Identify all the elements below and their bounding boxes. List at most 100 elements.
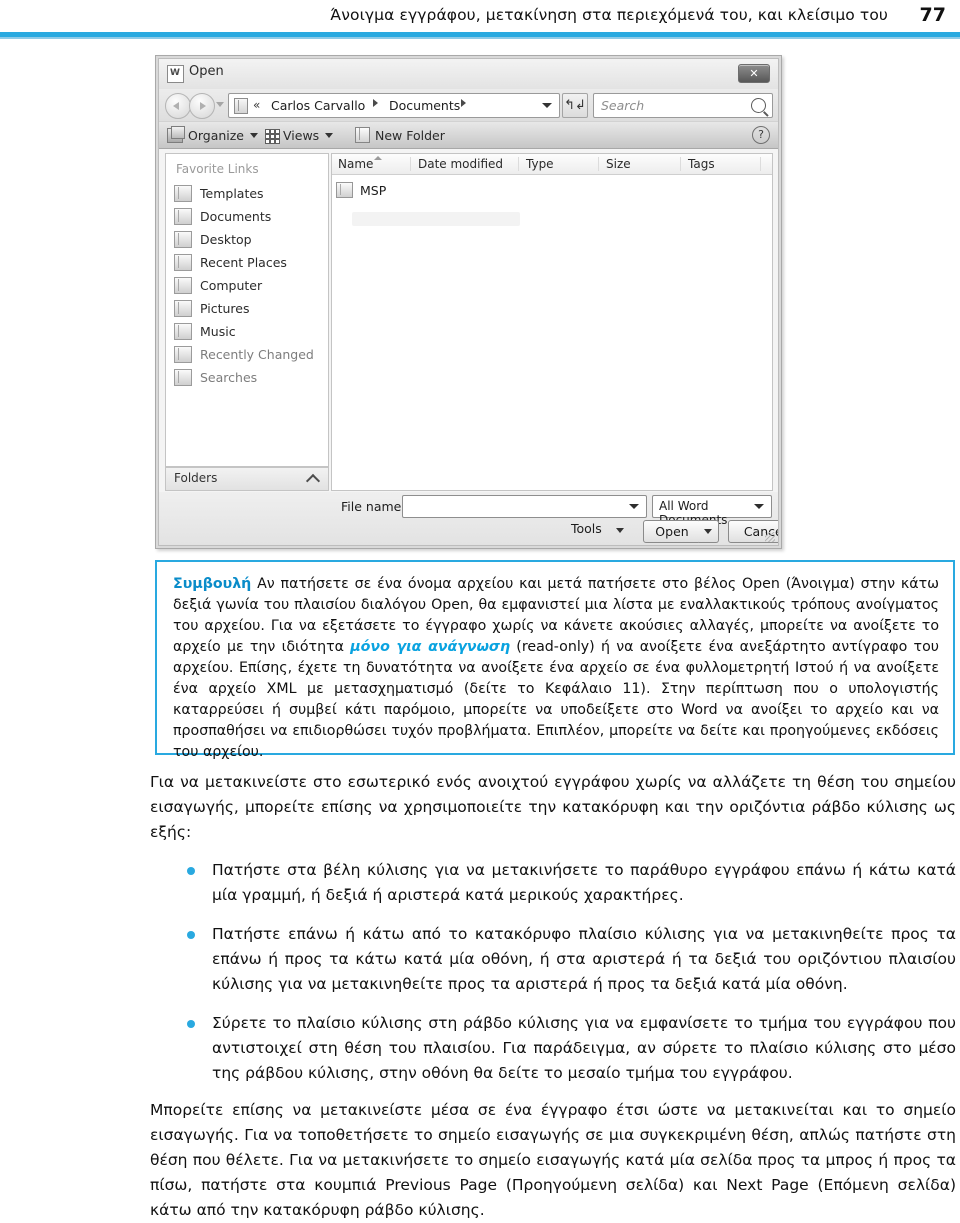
list-item-text: Πατήστε επάνω ή κάτω από το κατακόρυφο π…	[212, 925, 956, 993]
folder-icon	[174, 184, 192, 202]
tip-text-after: (read-only) ή να ανοίξετε ένα ανεξάρτητο…	[173, 639, 939, 760]
forward-button[interactable]	[189, 93, 215, 119]
tools-label: Tools	[571, 521, 602, 536]
dialog-toolbar: Organize Views New Folder ?	[159, 121, 778, 149]
column-divider[interactable]	[760, 157, 761, 171]
organize-icon	[167, 125, 185, 143]
views-grid-icon	[265, 128, 280, 144]
pictures-icon	[174, 299, 192, 317]
folders-label: Folders	[174, 471, 218, 485]
breadcrumb-separator-icon	[461, 99, 466, 107]
chevron-down-icon	[325, 132, 334, 138]
page-number: 77	[919, 4, 946, 26]
new-folder-button[interactable]: New Folder	[355, 122, 445, 148]
file-name-input[interactable]	[402, 495, 647, 518]
help-button[interactable]: ?	[752, 126, 770, 144]
page-title: Άνοιγμα εγγράφου, μετακίνηση στα περιεχό…	[330, 6, 888, 24]
address-bar[interactable]: « Carlos Carvallo Documents	[228, 93, 560, 118]
chevron-down-icon[interactable]	[754, 504, 764, 509]
views-button[interactable]: Views	[265, 122, 334, 148]
chevron-down-icon	[250, 132, 258, 138]
close-button[interactable]: ✕	[738, 64, 770, 83]
column-divider[interactable]	[410, 157, 411, 171]
column-header-date-modified[interactable]: Date modified	[418, 157, 503, 171]
new-folder-label: New Folder	[375, 127, 445, 143]
resize-grip[interactable]	[765, 532, 775, 542]
documents-icon	[174, 207, 192, 225]
final-paragraph: Μπορείτε επίσης να μετακινείστε μέσα σε …	[150, 1101, 956, 1219]
file-list-panel: Name Date modified Type Size Tags MSP	[331, 153, 773, 491]
bullet-dot-icon	[187, 931, 195, 939]
header-rule-secondary	[0, 37, 960, 39]
column-divider[interactable]	[680, 157, 681, 171]
column-header-tags[interactable]: Tags	[688, 157, 715, 171]
search-input[interactable]: Search	[593, 93, 773, 118]
collapse-chevron-icon	[305, 473, 321, 489]
folder-icon	[336, 182, 353, 198]
open-button[interactable]: Open	[643, 520, 701, 543]
chevron-down-icon[interactable]	[542, 103, 552, 108]
history-dropdown-icon[interactable]	[216, 102, 224, 107]
list-item: Πατήστε επάνω ή κάτω από το κατακόρυφο π…	[182, 922, 956, 997]
new-folder-icon	[355, 127, 370, 143]
searches-icon	[174, 368, 192, 386]
breadcrumb-overflow-icon[interactable]: «	[253, 98, 260, 112]
music-icon	[174, 322, 192, 340]
sidebar-item-pictures[interactable]: Pictures	[174, 297, 324, 319]
list-placeholder	[352, 212, 520, 226]
open-dialog: Open ✕ « Carlos Carvallo Documents	[158, 58, 779, 546]
bullet-dot-icon	[187, 867, 195, 875]
recent-places-icon	[174, 253, 192, 271]
column-header-type[interactable]: Type	[526, 157, 554, 171]
file-type-select[interactable]: All Word Documents	[652, 495, 772, 527]
sidebar-item-label: Pictures	[200, 300, 250, 316]
sidebar-item-label: Recent Places	[200, 254, 287, 270]
column-divider[interactable]	[518, 157, 519, 171]
open-dropdown-button[interactable]	[699, 520, 719, 543]
sidebar-item-computer[interactable]: Computer	[174, 274, 324, 296]
tools-button[interactable]: Tools	[571, 521, 624, 536]
organize-label: Organize	[188, 127, 244, 143]
folder-icon	[234, 98, 248, 114]
open-dialog-figure: Open ✕ « Carlos Carvallo Documents	[155, 55, 782, 549]
dialog-footer: File name: All Word Documents Tools Open…	[159, 492, 778, 544]
sidebar-item-label: Documents	[200, 208, 272, 224]
search-icon	[751, 98, 766, 113]
folders-expander[interactable]: Folders	[165, 467, 329, 491]
sidebar-item-label: Computer	[200, 277, 263, 293]
sidebar-item-label: Templates	[200, 185, 264, 201]
sidebar-item-templates[interactable]: Templates	[174, 182, 324, 204]
chevron-down-icon[interactable]	[629, 504, 639, 509]
sidebar-item-searches[interactable]: Searches	[174, 366, 324, 388]
breadcrumb-item-documents[interactable]: Documents	[389, 98, 460, 113]
tip-paragraph: Συμβουλή Αν πατήσετε σε ένα όνομα αρχείο…	[173, 574, 939, 763]
sidebar-item-recently-changed[interactable]: Recently Changed	[174, 343, 324, 365]
breadcrumb-item-user[interactable]: Carlos Carvallo	[271, 98, 365, 113]
favorite-links-panel: Favorite Links Templates Documents Deskt…	[165, 153, 329, 467]
column-header-size[interactable]: Size	[606, 157, 631, 171]
back-button[interactable]	[165, 93, 191, 119]
list-item-text: Σύρετε το πλαίσιο κύλισης στη ράβδο κύλι…	[212, 1014, 956, 1082]
organize-button[interactable]: Organize	[167, 122, 258, 148]
chevron-down-icon	[704, 529, 712, 534]
sidebar-item-label: Searches	[200, 369, 258, 385]
sidebar-item-recent-places[interactable]: Recent Places	[174, 251, 324, 273]
column-header-name[interactable]: Name	[338, 157, 373, 171]
sidebar-item-documents[interactable]: Documents	[174, 205, 324, 227]
word-document-icon	[167, 65, 184, 83]
computer-icon	[174, 276, 192, 294]
tip-emphasis: μόνο για ανάγνωση	[350, 639, 511, 655]
dialog-title: Open	[189, 64, 224, 79]
file-name-label: File name:	[341, 499, 406, 514]
column-divider[interactable]	[598, 157, 599, 171]
table-row[interactable]: MSP	[336, 180, 386, 200]
favorite-links-title: Favorite Links	[176, 162, 259, 176]
back-arrow-icon	[173, 102, 179, 110]
list-item: Πατήστε στα βέλη κύλισης για να μετακινή…	[182, 858, 956, 908]
recently-changed-icon	[174, 345, 192, 363]
sidebar-item-desktop[interactable]: Desktop	[174, 228, 324, 250]
sidebar-item-music[interactable]: Music	[174, 320, 324, 342]
refresh-button[interactable]: ↰↲	[562, 93, 588, 118]
chevron-down-icon	[615, 528, 624, 533]
dialog-navbar: « Carlos Carvallo Documents ↰↲ Search	[159, 89, 778, 121]
